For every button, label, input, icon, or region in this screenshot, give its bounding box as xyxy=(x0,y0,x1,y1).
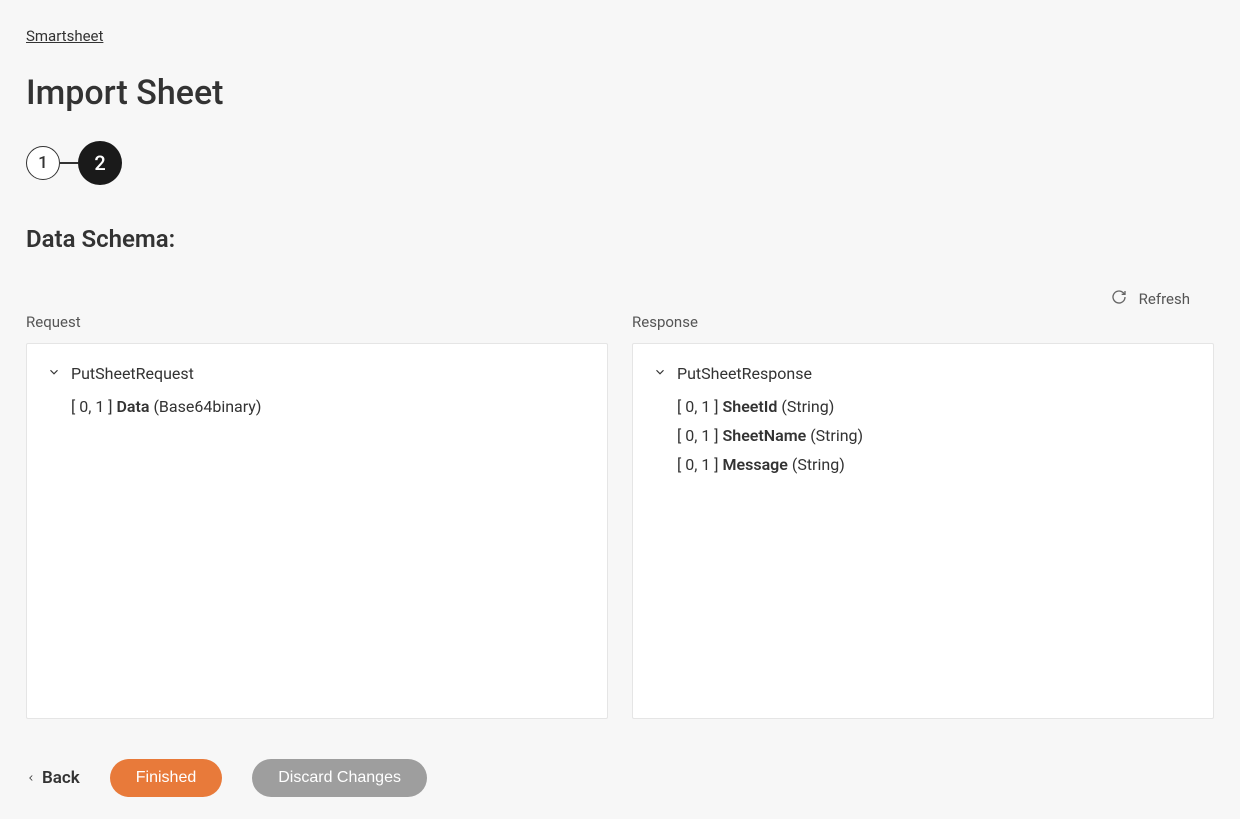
field-type: (String) xyxy=(810,426,863,445)
section-title-data-schema: Data Schema: xyxy=(26,225,1214,253)
request-label: Request xyxy=(26,313,608,331)
page-title: Import Sheet xyxy=(26,73,1214,113)
request-root-name: PutSheetRequest xyxy=(71,364,194,383)
schema-col-request: Request PutSheetRequest [ 0, 1 ] Data (B… xyxy=(26,313,608,719)
field-name: Message xyxy=(723,455,788,474)
step-2[interactable]: 2 xyxy=(78,141,122,185)
response-root-name: PutSheetResponse xyxy=(677,364,812,383)
request-field: [ 0, 1 ] Data (Base64binary) xyxy=(71,393,587,422)
refresh-button[interactable]: Refresh xyxy=(26,289,1214,309)
field-type: (String) xyxy=(792,455,845,474)
request-root[interactable]: PutSheetRequest xyxy=(47,364,587,383)
refresh-icon xyxy=(1111,289,1127,309)
field-name: SheetName xyxy=(723,426,807,445)
breadcrumb-link-smartsheet[interactable]: Smartsheet xyxy=(26,27,103,45)
schema-col-response: Response PutSheetResponse [ 0, 1 ] Sheet… xyxy=(632,313,1214,719)
response-label: Response xyxy=(632,313,1214,331)
field-cardinality: [ 0, 1 ] xyxy=(71,397,113,416)
chevron-left-icon xyxy=(26,771,36,785)
step-connector xyxy=(60,162,78,164)
field-cardinality: [ 0, 1 ] xyxy=(677,455,719,474)
back-label: Back xyxy=(42,768,80,788)
finished-button[interactable]: Finished xyxy=(110,759,222,797)
refresh-label: Refresh xyxy=(1139,290,1190,308)
field-type: (String) xyxy=(781,397,834,416)
chevron-down-icon xyxy=(653,364,667,383)
field-name: Data xyxy=(117,397,150,416)
field-cardinality: [ 0, 1 ] xyxy=(677,397,719,416)
breadcrumb: Smartsheet xyxy=(26,26,1214,45)
field-name: SheetId xyxy=(723,397,778,416)
request-box: PutSheetRequest [ 0, 1 ] Data (Base64bin… xyxy=(26,343,608,719)
back-button[interactable]: Back xyxy=(26,768,80,788)
stepper: 1 2 xyxy=(26,141,1214,185)
field-type: (Base64binary) xyxy=(153,397,261,416)
response-field: [ 0, 1 ] Message (String) xyxy=(677,451,1193,480)
discard-changes-button[interactable]: Discard Changes xyxy=(252,759,427,797)
response-root[interactable]: PutSheetResponse xyxy=(653,364,1193,383)
response-field: [ 0, 1 ] SheetName (String) xyxy=(677,422,1193,451)
response-box: PutSheetResponse [ 0, 1 ] SheetId (Strin… xyxy=(632,343,1214,719)
response-field: [ 0, 1 ] SheetId (String) xyxy=(677,393,1193,422)
footer-buttons: Back Finished Discard Changes xyxy=(26,759,1214,797)
step-1[interactable]: 1 xyxy=(26,146,60,180)
schema-columns: Request PutSheetRequest [ 0, 1 ] Data (B… xyxy=(26,313,1214,719)
field-cardinality: [ 0, 1 ] xyxy=(677,426,719,445)
chevron-down-icon xyxy=(47,364,61,383)
